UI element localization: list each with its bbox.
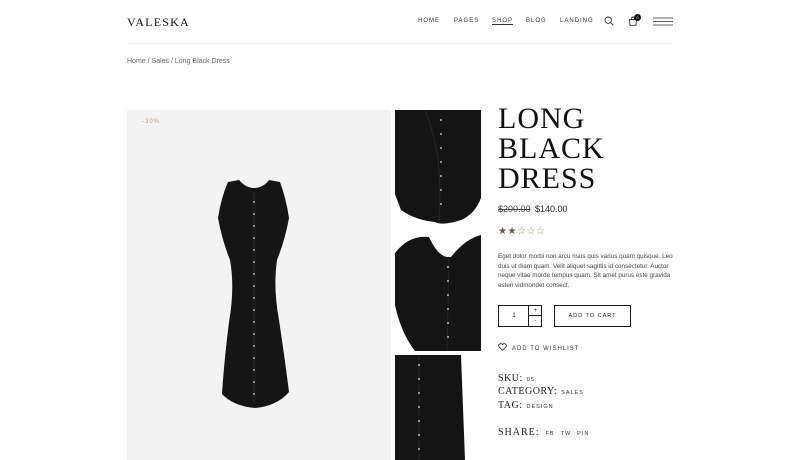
add-to-cart-button[interactable]: ADD TO CART	[554, 305, 631, 327]
nav-pages[interactable]: PAGES	[454, 18, 479, 24]
share-pinterest-link[interactable]: PIN	[577, 431, 589, 437]
sku-value: 05	[526, 377, 535, 383]
discount-badge: -30%	[142, 119, 161, 125]
category-link[interactable]: SALES	[561, 390, 584, 396]
sku-label: SKU:	[498, 373, 523, 384]
share-facebook-link[interactable]: FB	[546, 431, 555, 437]
product-category: CATEGORY: SALES	[498, 386, 584, 397]
dress-detail-image	[395, 110, 481, 224]
product-title-line: DRESS	[498, 162, 597, 195]
breadcrumb-current: Long Black Dress	[174, 58, 230, 65]
nav-home[interactable]: HOME	[418, 18, 440, 24]
product-thumbnail[interactable]	[395, 110, 481, 228]
star-empty-icon: ☆	[526, 226, 536, 237]
product-tag: TAG: DESIGN	[498, 400, 554, 411]
sale-price: $140.00	[535, 204, 568, 214]
dress-detail-image	[395, 235, 481, 351]
product-title-line: LONG	[498, 102, 586, 135]
quantity-input[interactable]: 1	[499, 306, 529, 326]
header-divider	[127, 43, 673, 44]
product-sku: SKU: 05	[498, 373, 535, 384]
dress-detail-image	[395, 355, 465, 460]
original-price: $200.00	[498, 204, 531, 214]
product-thumbnail[interactable]	[395, 233, 481, 351]
quantity-decrease-button[interactable]: -	[528, 316, 542, 326]
search-icon[interactable]	[604, 16, 614, 26]
product-thumbnail[interactable]	[395, 355, 481, 460]
category-label: CATEGORY:	[498, 386, 558, 397]
heart-icon	[498, 343, 507, 351]
quantity-stepper: 1 + -	[498, 305, 542, 327]
star-empty-icon: ☆	[516, 226, 527, 237]
nav-shop[interactable]: SHOP	[492, 18, 513, 24]
breadcrumb: Home / Sales / Long Black Dress	[127, 58, 230, 65]
cart-count-badge: 0	[634, 14, 641, 21]
dress-front-image	[218, 180, 289, 408]
quantity-increase-button[interactable]: +	[528, 306, 542, 316]
product-main-image[interactable]: -30%	[127, 110, 391, 460]
share-label: SHARE:	[498, 427, 540, 438]
tag-label: TAG:	[498, 400, 523, 411]
rating-stars: ★★☆☆☆	[498, 226, 545, 237]
breadcrumb-home[interactable]: Home	[127, 58, 146, 65]
star-empty-icon: ☆	[535, 226, 546, 237]
add-to-wishlist-link[interactable]: ADD TO WISHLIST	[498, 343, 579, 352]
menu-icon[interactable]	[653, 17, 673, 26]
product-title-line: BLACK	[498, 132, 605, 165]
site-logo[interactable]: VALESKA	[127, 15, 190, 30]
share-row: SHARE: FB TW PIN	[498, 427, 589, 438]
tag-link[interactable]: DESIGN	[527, 404, 554, 410]
nav-landing[interactable]: LANDING	[560, 18, 594, 24]
star-filled-icon: ★	[507, 226, 517, 237]
breadcrumb-sales[interactable]: Sales	[152, 58, 170, 65]
product-description: Eget dolor morbi non arcu risus quis var…	[498, 253, 673, 289]
share-twitter-link[interactable]: TW	[561, 431, 572, 437]
site-header: VALESKA HOME PAGES SHOP BLOG LANDING 0	[0, 0, 800, 44]
product-title: LONG BLACK DRESS	[498, 104, 605, 194]
nav-blog[interactable]: BLOG	[526, 18, 547, 24]
wishlist-label: ADD TO WISHLIST	[512, 346, 580, 352]
